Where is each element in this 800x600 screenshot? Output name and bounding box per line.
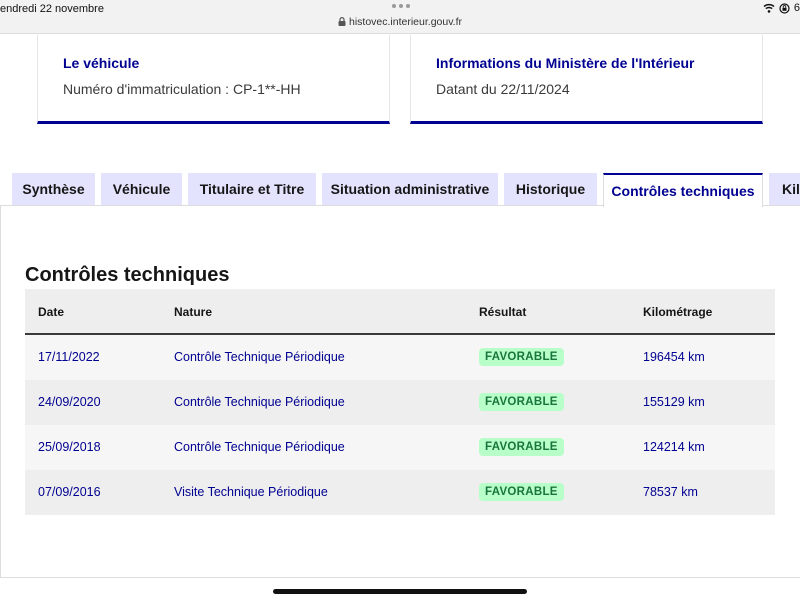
address-bar[interactable]: histovec.interieur.gouv.fr: [0, 16, 800, 28]
row-nature: Visite Technique Périodique: [174, 485, 328, 499]
result-badge: FAVORABLE: [479, 348, 564, 366]
row-mileage: 155129 km: [643, 395, 705, 409]
plate-number: CP-1**-HH: [232, 81, 301, 97]
vehicle-card: Le véhicule Numéro d'immatriculation : C…: [37, 35, 390, 124]
battery-level: 6: [793, 2, 800, 14]
ministry-date: Datant du 22/11/2024: [436, 81, 570, 97]
tab-kilometrage[interactable]: Kilo: [769, 173, 800, 205]
status-indicators: 6: [763, 2, 800, 14]
tab-synthese[interactable]: Synthèse: [12, 173, 95, 205]
row-nature: Contrôle Technique Périodique: [174, 395, 345, 409]
url-text: histovec.interieur.gouv.fr: [348, 16, 463, 28]
row-mileage: 124214 km: [643, 440, 705, 454]
more-dots-icon[interactable]: [392, 4, 410, 8]
tab-historique[interactable]: Historique: [504, 173, 597, 205]
ministry-card: Informations du Ministère de l'Intérieur…: [410, 35, 763, 124]
table-row: 25/09/2018 Contrôle Technique Périodique…: [25, 425, 775, 470]
header-mileage: Kilométrage: [643, 305, 713, 319]
tab-controles-techniques[interactable]: Contrôles techniques: [603, 173, 763, 207]
row-mileage: 78537 km: [643, 485, 698, 499]
table-row: 07/09/2016 Visite Technique Périodique F…: [25, 470, 775, 515]
lock-icon: [338, 17, 346, 26]
tab-titulaire-titre[interactable]: Titulaire et Titre: [188, 173, 316, 205]
row-date: 24/09/2020: [38, 395, 101, 409]
result-badge: FAVORABLE: [479, 483, 564, 501]
header-date: Date: [38, 305, 65, 319]
header-result: Résultat: [479, 305, 527, 319]
tab-situation-administrative[interactable]: Situation administrative: [322, 173, 498, 205]
wifi-icon: [763, 3, 775, 13]
row-mileage: 196454 km: [643, 350, 705, 364]
header-nature: Nature: [174, 305, 213, 319]
status-date: endredi 22 novembre: [0, 3, 104, 15]
inspections-table: Date Nature Résultat Kilométrage 17/11/2…: [25, 289, 775, 515]
vehicle-card-title: Le véhicule: [63, 55, 140, 71]
plate-label: Numéro d'immatriculation :: [63, 81, 233, 97]
row-date: 07/09/2016: [38, 485, 101, 499]
table-row: 24/09/2020 Contrôle Technique Périodique…: [25, 380, 775, 425]
orientation-lock-icon: [779, 2, 790, 14]
result-badge: FAVORABLE: [479, 393, 564, 411]
table-header: Date Nature Résultat Kilométrage: [25, 289, 775, 335]
row-date: 25/09/2018: [38, 440, 101, 454]
vehicle-plate-line: Numéro d'immatriculation : CP-1**-HH: [63, 81, 301, 97]
result-badge: FAVORABLE: [479, 438, 564, 456]
tab-vehicule[interactable]: Véhicule: [101, 173, 182, 205]
section-title: Contrôles techniques: [25, 264, 230, 286]
status-bar: endredi 22 novembre histovec.interieur.g…: [0, 0, 800, 34]
home-indicator[interactable]: [273, 589, 527, 594]
table-row: 17/11/2022 Contrôle Technique Périodique…: [25, 335, 775, 380]
row-nature: Contrôle Technique Périodique: [174, 350, 345, 364]
ministry-card-title: Informations du Ministère de l'Intérieur: [436, 55, 695, 71]
tab-bar: Synthèse Véhicule Titulaire et Titre Sit…: [0, 173, 800, 207]
row-date: 17/11/2022: [38, 350, 100, 364]
row-nature: Contrôle Technique Périodique: [174, 440, 345, 454]
